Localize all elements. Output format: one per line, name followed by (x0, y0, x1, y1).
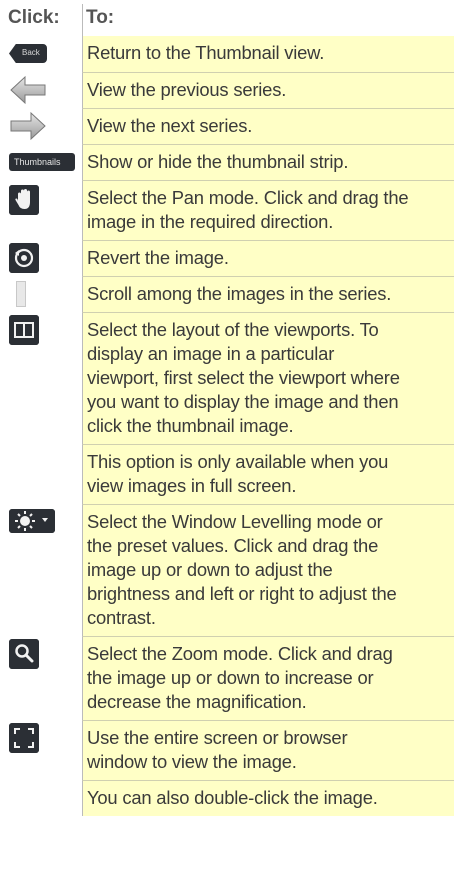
table-row: This option is only available when you v… (6, 444, 454, 504)
zoom-icon[interactable] (9, 639, 39, 669)
arrow-right-icon[interactable] (9, 111, 47, 141)
table-row: Select the Zoom mode. Click and drag the… (6, 636, 454, 720)
row-text-line: you want to display the image and then (87, 391, 399, 412)
row-text-line: window to view the image. (87, 751, 297, 772)
row-text-line: Use the entire screen or browser (87, 727, 348, 748)
row-text-line: Show or hide the thumbnail strip. (87, 151, 349, 172)
table-row: View the next series. (6, 108, 454, 144)
hand-pan-icon[interactable] (9, 185, 39, 215)
row-text-line: View the next series. (87, 115, 253, 136)
revert-icon[interactable] (9, 243, 39, 273)
click-reference-table: Click: To: Back Return to the Thumbnail … (6, 0, 454, 816)
row-text-line: Return to the Thumbnail view. (87, 42, 325, 63)
back-button-icon[interactable]: Back (9, 44, 47, 63)
table-row: Scroll among the images in the series. (6, 276, 454, 312)
row-text-line: Select the Window Levelling mode or (87, 511, 383, 532)
table-header: Click: To: (6, 0, 454, 36)
thumbnails-button-label: Thumbnails (14, 157, 61, 167)
fullscreen-icon[interactable] (9, 723, 39, 753)
table-row: Select the Pan mode. Click and drag the … (6, 180, 454, 240)
row-text-line: Select the Pan mode. Click and drag the (87, 187, 409, 208)
row-text-line: display an image in a particular (87, 343, 335, 364)
row-text-line: You can also double-click the image. (87, 787, 378, 808)
header-click: Click: (8, 7, 60, 28)
row-text-line: contrast. (87, 607, 156, 628)
row-text-line: the preset values. Click and drag the (87, 535, 379, 556)
row-text-line: image up or down to adjust the (87, 559, 333, 580)
row-text-line: Select the Zoom mode. Click and drag (87, 643, 393, 664)
table-row: Thumbnails Show or hide the thumbnail st… (6, 144, 454, 180)
scrollbar-icon[interactable] (16, 281, 26, 307)
row-text-line: Select the layout of the viewports. To (87, 319, 379, 340)
row-text-line: the image up or down to increase or (87, 667, 374, 688)
row-text-line: image in the required direction. (87, 211, 334, 232)
header-separator (82, 4, 83, 36)
table-row: You can also double-click the image. (6, 780, 454, 816)
row-text-line: This option is only available when you (87, 451, 389, 472)
header-to: To: (86, 7, 115, 28)
thumbnails-button-icon[interactable]: Thumbnails (9, 153, 75, 171)
back-button-label: Back (22, 48, 40, 57)
table-row: View the previous series. (6, 72, 454, 108)
row-text-line: view images in full screen. (87, 475, 297, 496)
row-text-line: View the previous series. (87, 79, 287, 100)
row-text-line: click the thumbnail image. (87, 415, 294, 436)
table-row: Back Return to the Thumbnail view. (6, 36, 454, 72)
row-text-line: viewport, first select the viewport wher… (87, 367, 400, 388)
row-text-line: brightness and left or right to adjust t… (87, 583, 397, 604)
arrow-left-icon[interactable] (9, 75, 47, 105)
row-text-line: Scroll among the images in the series. (87, 283, 392, 304)
layout-icon[interactable] (9, 315, 39, 345)
table-row: Select the Window Levelling mode or the … (6, 504, 454, 636)
table-row: Use the entire screen or browser window … (6, 720, 454, 780)
table-row: Select the layout of the viewports. To d… (6, 312, 454, 444)
window-levelling-icon[interactable] (9, 509, 55, 533)
row-text-line: decrease the magnification. (87, 691, 307, 712)
row-text-line: Revert the image. (87, 247, 229, 268)
table-row: Revert the image. (6, 240, 454, 276)
